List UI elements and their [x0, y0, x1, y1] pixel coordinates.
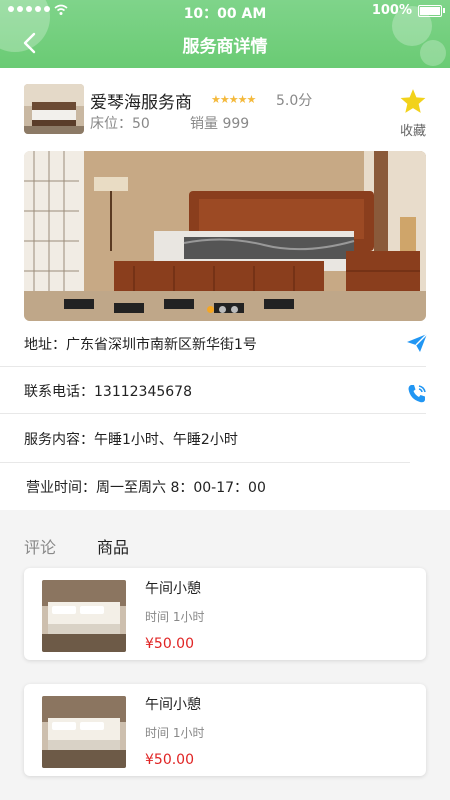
carousel-indicator: [207, 306, 238, 313]
rating-stars: ★★★★★: [211, 93, 256, 106]
product-image: [42, 580, 126, 652]
header-bar: 10：00 AM 100% 服务商详情: [0, 0, 450, 68]
product-name: 午间小憩: [145, 697, 201, 713]
favorite-button[interactable]: 收藏: [396, 88, 430, 139]
service-text: 服务内容：午睡1小时、午睡2小时: [24, 432, 238, 448]
service-row: 服务内容：午睡1小时、午睡2小时: [24, 429, 426, 449]
product-price: ¥50.00: [145, 636, 194, 652]
provider-avatar: [24, 84, 84, 134]
product-duration: 时间 1小时: [145, 610, 205, 624]
provider-name: 爱琴海服务商: [90, 93, 192, 113]
address-text: 地址：广东省深圳市南新区新华街1号: [24, 337, 257, 353]
tab-products[interactable]: 商品: [97, 534, 129, 558]
star-icon: [400, 89, 426, 113]
divider: [0, 462, 410, 463]
tab-bar: [0, 518, 450, 568]
phone-text: 联系电话：13112345678: [24, 384, 192, 400]
favorite-label: 收藏: [399, 124, 426, 139]
divider: [0, 413, 426, 414]
battery-percent: 100%: [371, 3, 412, 18]
photo-carousel[interactable]: [24, 151, 426, 321]
status-bar: 10：00 AM 100%: [0, 0, 450, 22]
rating-score: 5.0分: [276, 93, 313, 109]
address-row[interactable]: 地址：广东省深圳市南新区新华街1号: [24, 334, 426, 354]
phone-icon[interactable]: [406, 383, 428, 405]
divider: [0, 366, 426, 367]
product-name: 午间小憩: [145, 581, 201, 597]
tab-comments[interactable]: 评论: [24, 534, 56, 558]
page-title: 服务商详情: [182, 37, 268, 57]
product-image: [42, 696, 126, 768]
sales-count: 销量 999: [190, 116, 250, 132]
navigate-send-icon[interactable]: [406, 333, 428, 353]
carousel-dot[interactable]: [219, 306, 226, 313]
battery-icon: [418, 5, 445, 17]
bed-count: 床位：50: [90, 116, 150, 132]
phone-row[interactable]: 联系电话：13112345678: [24, 381, 426, 401]
hours-text: 营业时间：周一至周六 8：00-17：00: [26, 480, 266, 496]
product-card[interactable]: 午间小憩 时间 1小时 ¥50.00: [24, 568, 426, 660]
hours-row: 营业时间：周一至周六 8：00-17：00: [24, 477, 426, 497]
product-price: ¥50.00: [145, 752, 194, 768]
product-card[interactable]: 午间小憩 时间 1小时 ¥50.00: [24, 684, 426, 776]
product-duration: 时间 1小时: [145, 726, 205, 740]
carousel-dot[interactable]: [207, 306, 214, 313]
carousel-dot[interactable]: [231, 306, 238, 313]
